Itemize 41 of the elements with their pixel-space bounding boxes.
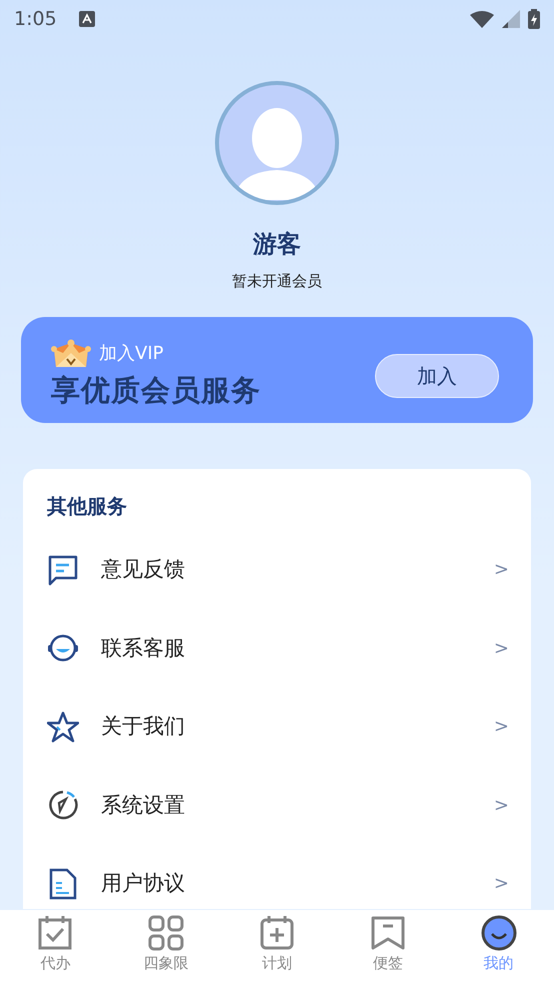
menu-label: 用户协议	[101, 870, 185, 897]
compass-icon	[47, 789, 79, 822]
menu-label: 意见反馈	[101, 556, 185, 583]
menu-item[interactable]: 用户协议 >	[47, 844, 509, 908]
keyboard-icon	[78, 11, 95, 27]
menu-label: 系统设置	[101, 792, 185, 818]
avatar-icon	[214, 80, 340, 206]
menu-item[interactable]: 关于我们 >	[47, 688, 509, 766]
tab[interactable]: 四象限	[111, 910, 222, 984]
document-icon	[47, 868, 79, 900]
chevron: >	[494, 558, 509, 582]
chevron: >	[494, 872, 509, 896]
membership-status: 暂未开通会员	[232, 271, 322, 292]
menu-item[interactable]: 联系客服 >	[47, 609, 509, 688]
status-time: 1:05	[14, 6, 57, 32]
battery-icon	[528, 9, 540, 29]
join-button[interactable]: 加入	[375, 354, 499, 398]
vip-label: 加入VIP	[99, 342, 164, 366]
star-icon	[47, 710, 79, 743]
smile-icon	[480, 914, 518, 952]
signal-icon	[502, 10, 520, 28]
user-name: 游客	[253, 229, 301, 260]
tab[interactable]: 便签	[332, 910, 443, 984]
vip-headline: 享优质会员服务	[51, 372, 261, 409]
calendar-check-icon	[36, 914, 74, 952]
crown-icon	[51, 338, 91, 369]
tab[interactable]: 代办	[0, 910, 110, 984]
menu-item[interactable]: 系统设置 >	[47, 766, 509, 844]
chevron: >	[494, 636, 509, 661]
bookmark-icon	[368, 914, 407, 952]
calendar-add-icon	[258, 914, 296, 952]
chevron: >	[494, 715, 509, 740]
section-title: 其他服务	[47, 492, 128, 520]
menu-label: 关于我们	[101, 713, 185, 740]
menu-label: 联系客服	[101, 634, 185, 662]
wifi-icon	[470, 10, 494, 28]
message-icon	[47, 554, 79, 586]
chevron: >	[494, 794, 509, 818]
menu-item[interactable]: 意见反馈 >	[47, 530, 509, 609]
tab[interactable]: 计划	[222, 910, 332, 984]
grid-icon	[147, 914, 186, 952]
